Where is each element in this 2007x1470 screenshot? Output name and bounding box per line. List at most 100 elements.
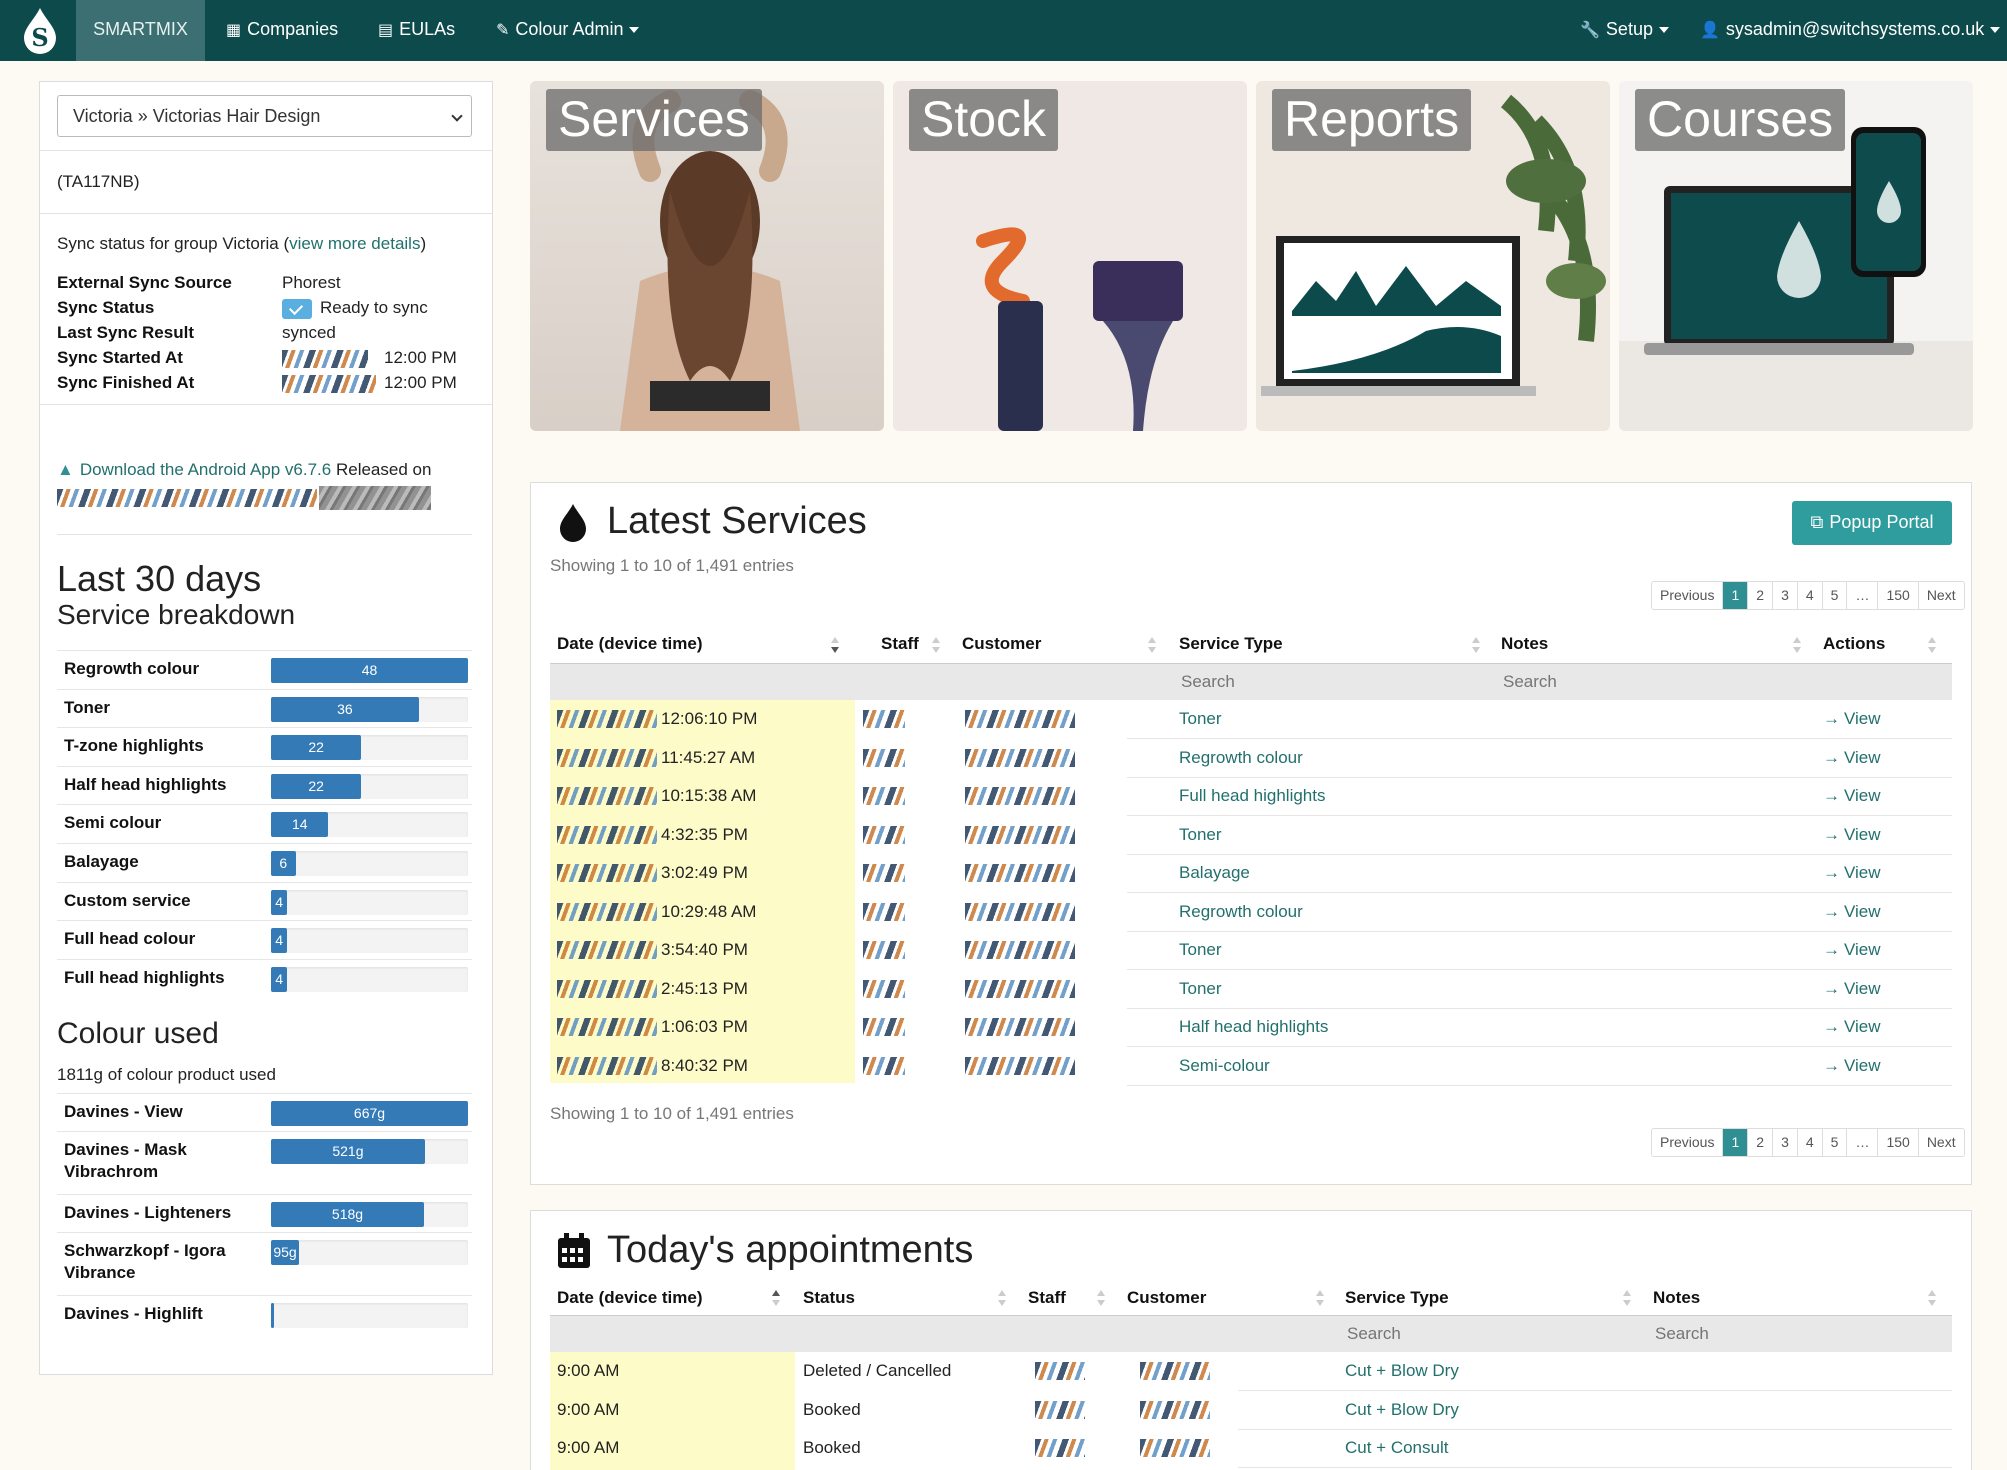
page-4[interactable]: 4	[1796, 1129, 1822, 1156]
col-status[interactable]: Status	[803, 1288, 855, 1308]
nav-eulas[interactable]: ▤ EULAs	[360, 0, 473, 61]
view-link[interactable]: → View	[1823, 1017, 1881, 1037]
sort-icon[interactable]	[1097, 1290, 1105, 1306]
col-customer[interactable]: Customer	[962, 634, 1041, 654]
smartmix-logo-icon[interactable]: S	[14, 4, 66, 56]
service-type-link[interactable]: Toner	[1179, 979, 1222, 999]
col-service-type[interactable]: Service Type	[1179, 634, 1283, 654]
service-type-link[interactable]: Regrowth colour	[1179, 902, 1303, 922]
view-link[interactable]: → View	[1823, 825, 1881, 845]
service-type-link[interactable]: Cut + Consult	[1345, 1438, 1448, 1458]
wrench-icon: 🔧	[1580, 22, 1600, 39]
nav-companies[interactable]: ▦ Companies	[208, 0, 356, 61]
bar-fill: 4	[271, 928, 288, 954]
page-1[interactable]: 1	[1722, 582, 1748, 609]
external-link-icon: ⧉	[1810, 512, 1824, 532]
page-2[interactable]: 2	[1747, 582, 1772, 609]
popup-portal-button[interactable]: ⧉ Popup Portal	[1792, 501, 1952, 545]
page-1[interactable]: 1	[1722, 1129, 1748, 1156]
tile-label: Services	[546, 89, 762, 151]
service-type-link[interactable]: Cut + Blow Dry	[1345, 1361, 1459, 1381]
sort-icon[interactable]	[998, 1290, 1006, 1306]
nav-colour-admin[interactable]: ✎ Colour Admin	[478, 0, 657, 61]
col-notes[interactable]: Notes	[1501, 634, 1548, 654]
page-previous[interactable]: Previous	[1652, 582, 1722, 609]
col-date[interactable]: Date (device time)	[557, 1288, 703, 1308]
view-link[interactable]: → View	[1823, 902, 1881, 922]
nav-brand[interactable]: SMARTMIX	[76, 0, 205, 61]
sort-icon[interactable]	[1472, 637, 1480, 653]
sort-icon[interactable]	[1928, 637, 1936, 653]
bar-row: Full head highlights 4	[57, 958, 472, 998]
company-select[interactable]: Victoria » Victorias Hair Design	[57, 95, 472, 137]
page-150[interactable]: 150	[1877, 1129, 1917, 1156]
page-2[interactable]: 2	[1747, 1129, 1772, 1156]
reports-tile[interactable]: Reports	[1256, 81, 1610, 431]
services-tile[interactable]: Services	[530, 81, 884, 431]
redacted-customer	[965, 1018, 1075, 1036]
page-3[interactable]: 3	[1772, 582, 1797, 609]
col-staff[interactable]: Staff	[1028, 1288, 1066, 1308]
courses-tile[interactable]: Courses	[1619, 81, 1973, 431]
service-type-link[interactable]: Toner	[1179, 825, 1222, 845]
view-link[interactable]: → View	[1823, 979, 1881, 999]
service-type-link[interactable]: Half head highlights	[1179, 1017, 1328, 1037]
view-more-details-link[interactable]: view more details	[289, 234, 420, 253]
tile-label: Reports	[1272, 89, 1472, 151]
service-type-link[interactable]: Toner	[1179, 940, 1222, 960]
sort-icon[interactable]	[1316, 1290, 1324, 1306]
page-next[interactable]: Next	[1917, 1129, 1964, 1156]
stock-tile[interactable]: Stock	[893, 81, 1247, 431]
row-divider	[1238, 1467, 1952, 1468]
service-type-link[interactable]: Semi-colour	[1179, 1056, 1270, 1076]
bar-label: Toner	[64, 697, 110, 717]
col-actions[interactable]: Actions	[1823, 634, 1885, 654]
view-link[interactable]: → View	[1823, 709, 1881, 729]
nav-setup[interactable]: 🔧 Setup	[1562, 0, 1687, 61]
sort-desc-icon[interactable]	[831, 637, 839, 653]
bar-row: Regrowth colour 48	[57, 650, 472, 689]
sort-icon[interactable]	[1148, 637, 1156, 653]
notes-search-input[interactable]	[1503, 672, 1803, 692]
view-link[interactable]: → View	[1823, 748, 1881, 768]
view-link[interactable]: → View	[1823, 863, 1881, 883]
view-link[interactable]: → View	[1823, 786, 1881, 806]
entries-summary: Showing 1 to 10 of 1,491 entries	[550, 556, 794, 575]
service-type-link[interactable]: Full head highlights	[1179, 786, 1325, 806]
service-type-link[interactable]: Regrowth colour	[1179, 748, 1303, 768]
page-previous[interactable]: Previous	[1652, 1129, 1722, 1156]
col-customer[interactable]: Customer	[1127, 1288, 1206, 1308]
row-divider	[1127, 853, 1952, 855]
view-link[interactable]: → View	[1823, 940, 1881, 960]
col-date[interactable]: Date (device time)	[557, 634, 703, 654]
page-150[interactable]: 150	[1877, 582, 1917, 609]
col-service-type[interactable]: Service Type	[1345, 1288, 1449, 1308]
nav-user-menu[interactable]: 👤 sysadmin@switchsystems.co.uk	[1682, 0, 2007, 61]
page-5[interactable]: 5	[1821, 1129, 1847, 1156]
bar-fill: 6	[271, 851, 296, 876]
page-5[interactable]: 5	[1821, 582, 1847, 609]
service-type-search-input[interactable]	[1347, 1324, 1627, 1344]
service-type-link[interactable]: Cut + Blow Dry	[1345, 1400, 1459, 1420]
sort-icon[interactable]	[1928, 1290, 1936, 1306]
bar-label: Half head highlights	[64, 774, 227, 794]
service-type-search-input[interactable]	[1181, 672, 1481, 692]
view-link[interactable]: → View	[1823, 1056, 1881, 1076]
android-download-link[interactable]: Download the Android App v6.7.6	[80, 460, 331, 479]
service-type-link[interactable]: Balayage	[1179, 863, 1250, 883]
page-next[interactable]: Next	[1917, 582, 1964, 609]
redacted-date	[557, 1018, 657, 1036]
sort-icon[interactable]	[1793, 637, 1801, 653]
sort-asc-icon[interactable]	[772, 1290, 780, 1306]
notes-search-input[interactable]	[1655, 1324, 1935, 1344]
redacted-staff	[1035, 1362, 1085, 1380]
page-4[interactable]: 4	[1796, 582, 1822, 609]
service-type-link[interactable]: Toner	[1179, 709, 1222, 729]
sort-icon[interactable]	[1623, 1290, 1631, 1306]
col-staff[interactable]: Staff	[881, 634, 919, 654]
col-notes[interactable]: Notes	[1653, 1288, 1700, 1308]
page-3[interactable]: 3	[1772, 1129, 1797, 1156]
redacted-customer	[965, 787, 1075, 805]
sort-icon[interactable]	[932, 637, 940, 653]
bar-track: 22	[271, 735, 468, 761]
